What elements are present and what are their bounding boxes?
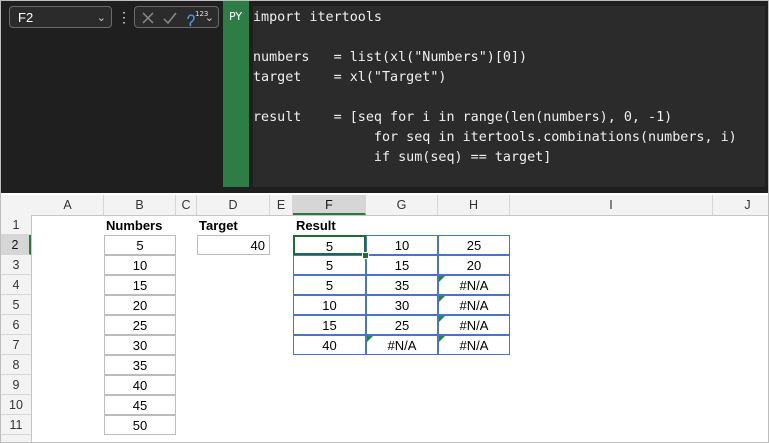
column-header-d[interactable]: D (197, 195, 270, 215)
numbers-cell[interactable]: 5 (104, 235, 176, 255)
result-cell-text: #N/A (459, 278, 489, 293)
column-header-g[interactable]: G (366, 195, 438, 215)
column-header-h[interactable]: H (438, 195, 510, 215)
row-headers: 1 2 3 4 5 6 7 8 9 10 11 (1, 215, 32, 442)
row-header-3[interactable]: 3 (1, 255, 31, 275)
row-header-7[interactable]: 7 (1, 335, 31, 355)
result-header[interactable]: Result (296, 216, 366, 236)
error-indicator-icon (367, 336, 373, 342)
error-indicator-icon (439, 296, 445, 302)
result-cell[interactable]: 15 (366, 255, 438, 275)
result-cell[interactable]: 5 (293, 255, 366, 275)
row-header-8[interactable]: 8 (1, 355, 31, 375)
python-badge-label: PY (229, 10, 243, 23)
row-header-9[interactable]: 9 (1, 375, 31, 395)
row-header-4[interactable]: 4 (1, 275, 31, 295)
result-cell[interactable]: 25 (438, 235, 510, 255)
result-cell-active[interactable]: 5 (293, 235, 366, 255)
target-value-cell[interactable]: 40 (197, 235, 270, 255)
result-cell-error[interactable]: #N/A (438, 275, 510, 295)
numbers-cell[interactable]: 10 (104, 255, 176, 275)
formula-bar: F2 ⌄ ⋮ 123 ⌄ PY import itertools numbers… (1, 1, 768, 193)
row-header-11[interactable]: 11 (1, 415, 31, 435)
result-cell[interactable]: 30 (366, 295, 438, 315)
column-header-b[interactable]: B (104, 195, 176, 215)
result-cell[interactable]: 35 (366, 275, 438, 295)
row-header-2[interactable]: 2 (1, 235, 31, 255)
error-indicator-icon (439, 276, 445, 282)
numbers-cell[interactable]: 25 (104, 315, 176, 335)
result-cell[interactable]: 15 (293, 315, 366, 335)
column-header-f[interactable]: F (293, 195, 366, 215)
row-header-5[interactable]: 5 (1, 295, 31, 315)
target-header[interactable]: Target (199, 216, 269, 236)
chevron-down-icon[interactable]: ⌄ (205, 7, 214, 29)
numbers-cell[interactable]: 20 (104, 295, 176, 315)
result-cell-text: #N/A (459, 298, 489, 313)
result-cell-text: #N/A (387, 338, 417, 353)
python-badge[interactable]: PY (223, 1, 249, 187)
numbers-cell[interactable]: 40 (104, 375, 176, 395)
column-header-c[interactable]: C (176, 195, 197, 215)
result-cell[interactable]: 10 (366, 235, 438, 255)
more-vertical-icon[interactable]: ⋮ (117, 7, 131, 27)
numbers-cell[interactable]: 30 (104, 335, 176, 355)
row-header-1[interactable]: 1 (1, 215, 31, 235)
result-cell[interactable]: 20 (438, 255, 510, 275)
result-cell-error[interactable]: #N/A (438, 335, 510, 355)
numbers-cell[interactable]: 45 (104, 395, 176, 415)
excel-window: F2 ⌄ ⋮ 123 ⌄ PY import itertools numbers… (0, 0, 769, 443)
numbers-cell[interactable]: 50 (104, 415, 176, 435)
numbers-cell[interactable]: 15 (104, 275, 176, 295)
fill-handle[interactable] (362, 252, 369, 259)
numbers-header[interactable]: Numbers (106, 216, 176, 236)
chevron-down-icon[interactable]: ⌄ (97, 7, 106, 29)
column-header-i[interactable]: I (510, 195, 713, 215)
name-box[interactable]: F2 ⌄ (9, 6, 112, 28)
result-cell[interactable]: 25 (366, 315, 438, 335)
result-cell-error[interactable]: #N/A (438, 315, 510, 335)
result-cell-error[interactable]: #N/A (438, 295, 510, 315)
error-indicator-icon (439, 316, 445, 322)
result-cell[interactable]: 10 (293, 295, 366, 315)
cancel-x-icon[interactable] (140, 10, 156, 26)
confirm-check-icon[interactable] (162, 10, 178, 26)
formula-buttons: 123 ⌄ (134, 6, 219, 28)
result-cell[interactable]: 40 (293, 335, 366, 355)
name-box-value: F2 (18, 10, 34, 25)
column-header-e[interactable]: E (270, 195, 293, 215)
result-cell-text: #N/A (459, 338, 489, 353)
row-header-10[interactable]: 10 (1, 395, 31, 415)
result-cell[interactable]: 5 (293, 275, 366, 295)
error-indicator-icon (439, 336, 445, 342)
result-cell-error[interactable]: #N/A (366, 335, 438, 355)
row-header-6[interactable]: 6 (1, 315, 31, 335)
column-header-a[interactable]: A (32, 195, 104, 215)
numbers-cell[interactable]: 35 (104, 355, 176, 375)
result-cell-text: #N/A (459, 318, 489, 333)
python-code[interactable]: import itertools numbers = list(xl("Numb… (253, 8, 737, 168)
column-headers: A B C D E F G H I J (1, 195, 768, 216)
column-header-j[interactable]: J (713, 195, 768, 215)
formula-input[interactable]: import itertools numbers = list(xl("Numb… (253, 6, 765, 187)
